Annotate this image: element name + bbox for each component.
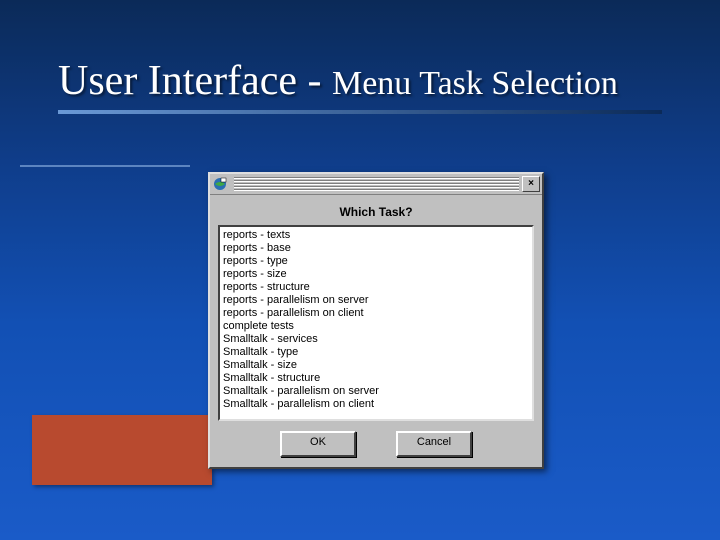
- close-button[interactable]: ×: [522, 176, 540, 192]
- list-item[interactable]: reports - structure: [223, 281, 529, 294]
- dialog-body: Which Task? reports - textsreports - bas…: [210, 195, 542, 467]
- list-item[interactable]: reports - base: [223, 242, 529, 255]
- decorative-rectangle: [32, 415, 212, 485]
- titlebar-gripper[interactable]: [234, 177, 519, 191]
- list-item[interactable]: Smalltalk - structure: [223, 372, 529, 385]
- list-item[interactable]: reports - parallelism on client: [223, 307, 529, 320]
- dialog-prompt: Which Task?: [218, 205, 534, 219]
- list-item[interactable]: Smalltalk - type: [223, 346, 529, 359]
- presentation-slide: User Interface - Menu Task Selection × W…: [0, 0, 720, 540]
- ok-button[interactable]: OK: [280, 431, 356, 457]
- title-underline: [58, 110, 662, 114]
- list-item[interactable]: Smalltalk - parallelism on client: [223, 398, 529, 411]
- list-item[interactable]: reports - size: [223, 268, 529, 281]
- slide-title-main: User Interface -: [58, 58, 332, 104]
- list-item[interactable]: reports - type: [223, 255, 529, 268]
- app-icon: [212, 176, 228, 192]
- decorative-line: [20, 165, 190, 167]
- task-listbox[interactable]: reports - textsreports - basereports - t…: [218, 225, 534, 421]
- dialog-titlebar[interactable]: ×: [210, 174, 542, 195]
- dialog-button-row: OK Cancel: [218, 431, 534, 457]
- list-item[interactable]: Smalltalk - services: [223, 333, 529, 346]
- slide-title: User Interface - Menu Task Selection: [58, 58, 662, 104]
- slide-title-block: User Interface - Menu Task Selection: [58, 58, 662, 114]
- close-icon: ×: [528, 179, 534, 189]
- list-item[interactable]: reports - texts: [223, 229, 529, 242]
- list-item[interactable]: reports - parallelism on server: [223, 294, 529, 307]
- list-item[interactable]: complete tests: [223, 320, 529, 333]
- task-selection-dialog: × Which Task? reports - textsreports - b…: [208, 172, 544, 469]
- list-item[interactable]: Smalltalk - size: [223, 359, 529, 372]
- slide-title-sub: Menu Task Selection: [332, 65, 618, 102]
- list-item[interactable]: Smalltalk - parallelism on server: [223, 385, 529, 398]
- cancel-button[interactable]: Cancel: [396, 431, 472, 457]
